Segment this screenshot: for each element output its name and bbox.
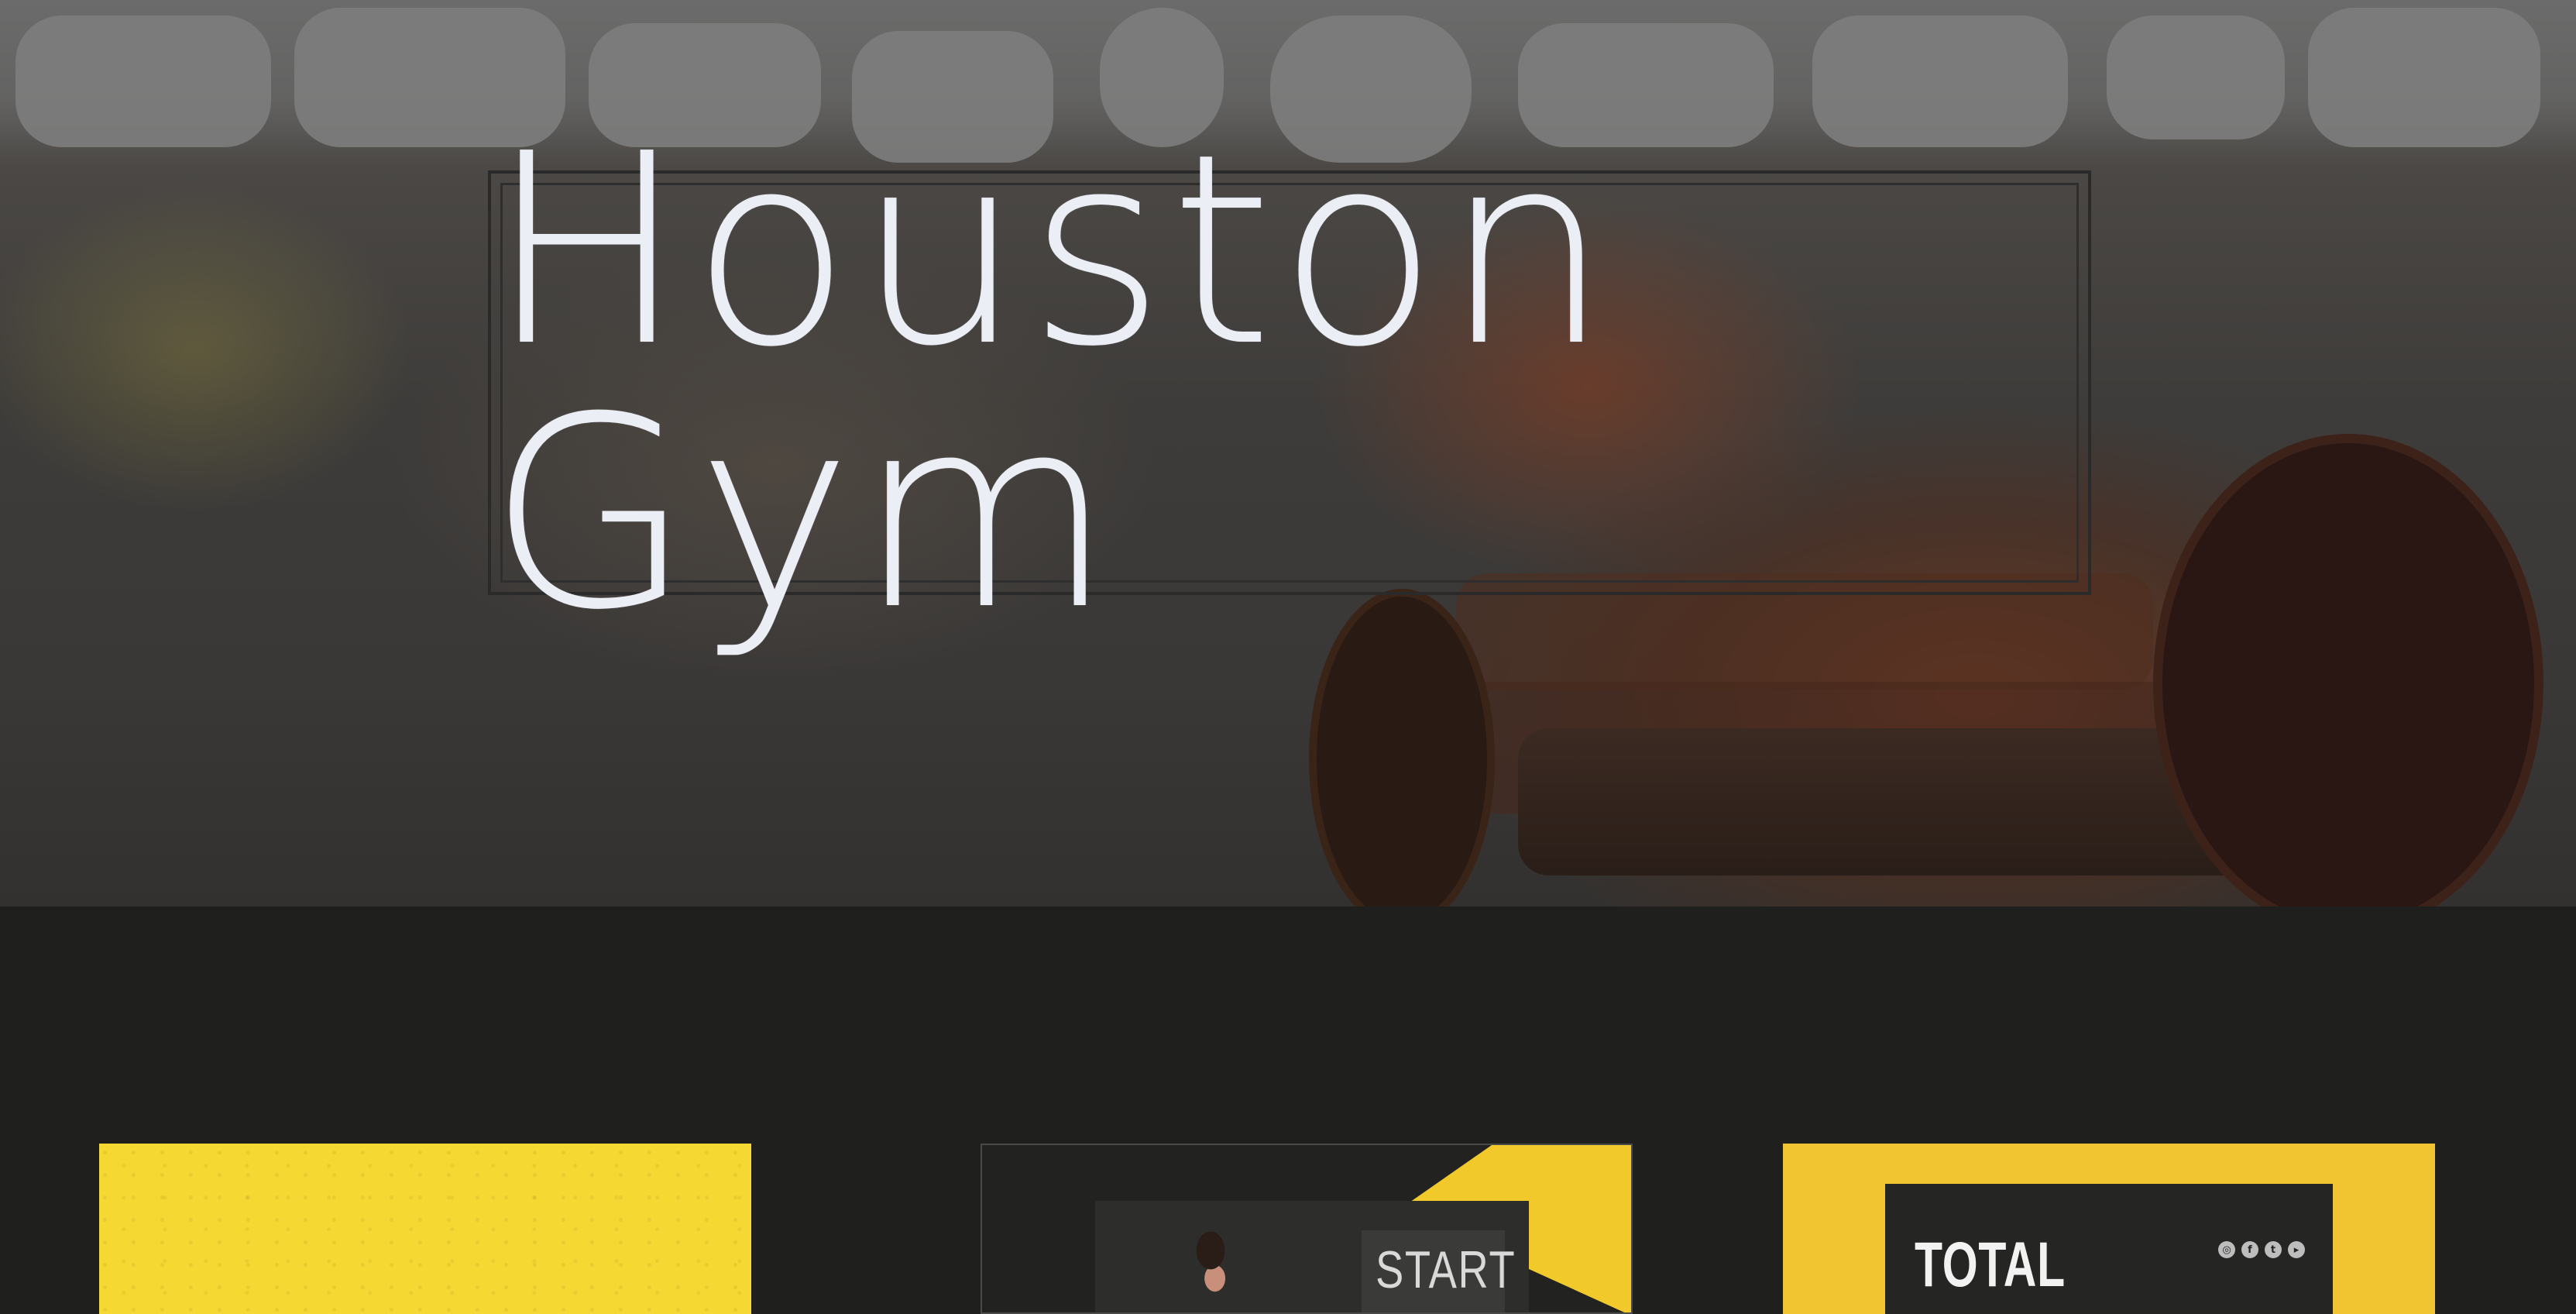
card-headline: START bbox=[1376, 1240, 1516, 1299]
blur-shape bbox=[2308, 8, 2540, 147]
athlete-image bbox=[1183, 1223, 1238, 1312]
site-title: Houston Gym bbox=[488, 98, 1616, 668]
social-icons: ◎ f t ▸ bbox=[2218, 1241, 2305, 1258]
promo-card-total[interactable]: TOTAL ◎ f t ▸ bbox=[1783, 1144, 2435, 1314]
promo-card-start[interactable]: START bbox=[981, 1144, 1633, 1314]
facebook-icon[interactable]: f bbox=[2241, 1241, 2258, 1258]
youtube-icon[interactable]: ▸ bbox=[2288, 1241, 2305, 1258]
blur-shape bbox=[15, 15, 271, 147]
card-headline: TOTAL bbox=[1915, 1230, 2066, 1300]
hero-banner: Houston Gym bbox=[0, 0, 2576, 906]
promo-card-yellow[interactable] bbox=[99, 1144, 751, 1314]
instagram-icon[interactable]: ◎ bbox=[2218, 1241, 2235, 1258]
blur-shape bbox=[2107, 15, 2285, 139]
dumbbell-plate bbox=[2153, 434, 2543, 906]
twitter-icon[interactable]: t bbox=[2265, 1241, 2282, 1258]
